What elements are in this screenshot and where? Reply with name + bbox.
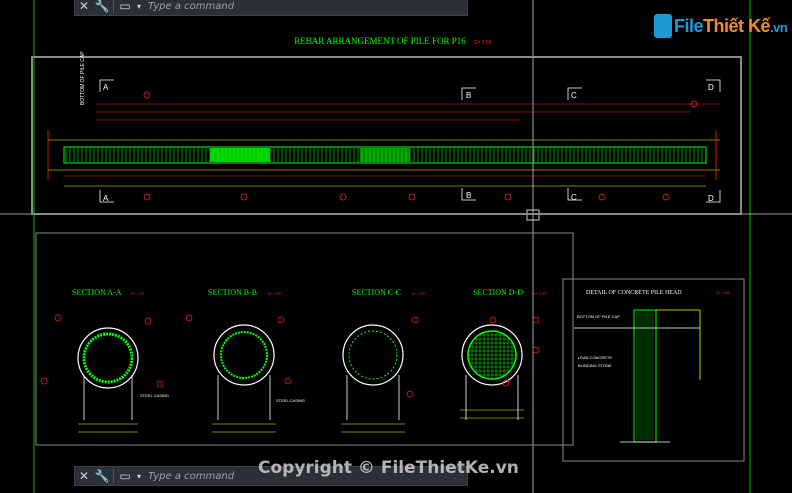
svg-text:STEEL CASING: STEEL CASING	[276, 398, 305, 403]
close-icon[interactable]: ✕	[75, 467, 93, 485]
svg-text:D: D	[708, 83, 714, 92]
svg-text:S= 1:50: S= 1:50	[412, 291, 425, 296]
command-input-top[interactable]	[144, 0, 467, 15]
logo-text-2: Thiết Kế	[703, 15, 771, 36]
svg-text:C: C	[571, 91, 577, 100]
side-label: BOTTOM OF PILE CAP	[80, 51, 86, 105]
logo-text-1: File	[674, 15, 704, 36]
pile-elevation	[47, 103, 720, 187]
chevron-down-icon[interactable]: ▾	[134, 467, 144, 485]
copyright-watermark: Copyright © FileThietKe.vn	[258, 458, 519, 478]
main-title: REBAR ARRANGEMENT OF PILE FOR P16	[294, 36, 466, 46]
divider	[113, 0, 114, 13]
svg-text:S= 1:50: S= 1:50	[533, 291, 546, 296]
svg-text:BOTTOM OF PILE CAP: BOTTOM OF PILE CAP	[577, 314, 620, 319]
detail-title: DETAIL OF CONCRETE PILE HEAD	[586, 290, 682, 296]
logo-text-3: .vn	[770, 19, 788, 35]
logo-icon	[654, 14, 672, 38]
section-dimensions	[78, 409, 524, 433]
svg-text:C: C	[571, 193, 577, 202]
viewport-frame-top[interactable]	[31, 56, 742, 215]
wrench-icon[interactable]: 🔧	[93, 0, 111, 15]
detail-scale: S= 1:50	[716, 290, 731, 295]
command-history-icon[interactable]: ▭	[116, 467, 134, 485]
wrench-icon[interactable]: 🔧	[93, 467, 111, 485]
svg-text:S= 1:50: S= 1:50	[131, 291, 144, 296]
main-scale: S= 1:50	[474, 40, 492, 46]
divider	[113, 469, 114, 483]
site-logo: FileThiết Kế.vn	[654, 12, 788, 40]
svg-text:A: A	[103, 83, 109, 92]
svg-text:SECTION D-D: SECTION D-D	[473, 288, 523, 297]
section-markers: A A B B C C D D	[103, 83, 714, 203]
detail-labels: BOTTOM OF PILE CAP LEAN CONCRETE BLINDIN…	[577, 314, 620, 368]
rebar-callouts	[143, 91, 698, 201]
detail-drawing	[574, 309, 701, 443]
section-circles	[77, 324, 523, 389]
svg-text:BLINDING STONE: BLINDING STONE	[578, 363, 612, 368]
svg-text:LEAN CONCRETE: LEAN CONCRETE	[578, 355, 612, 360]
section-notes: STEEL CASING STEEL CASING	[140, 393, 305, 403]
svg-text:SECTION A-A: SECTION A-A	[72, 288, 122, 297]
svg-text:SECTION C-C: SECTION C-C	[352, 288, 401, 297]
close-icon[interactable]: ✕	[75, 0, 93, 15]
svg-text:B: B	[466, 91, 471, 100]
svg-text:STEEL CASING: STEEL CASING	[140, 393, 169, 398]
command-history-icon[interactable]: ▭	[116, 0, 134, 15]
chevron-down-icon[interactable]: ▾	[134, 0, 144, 15]
command-line-top[interactable]: ✕ 🔧 ▭ ▾	[74, 0, 468, 16]
svg-text:S= 1:50: S= 1:50	[268, 291, 281, 296]
section-titles: SECTION A-A S= 1:50 SECTION B-B S= 1:50 …	[72, 288, 546, 297]
svg-text:B: B	[466, 191, 471, 200]
svg-text:SECTION B-B: SECTION B-B	[208, 288, 257, 297]
cad-drawing-canvas[interactable]: REBAR ARRANGEMENT OF PILE FOR P16 S= 1:5…	[0, 0, 792, 493]
